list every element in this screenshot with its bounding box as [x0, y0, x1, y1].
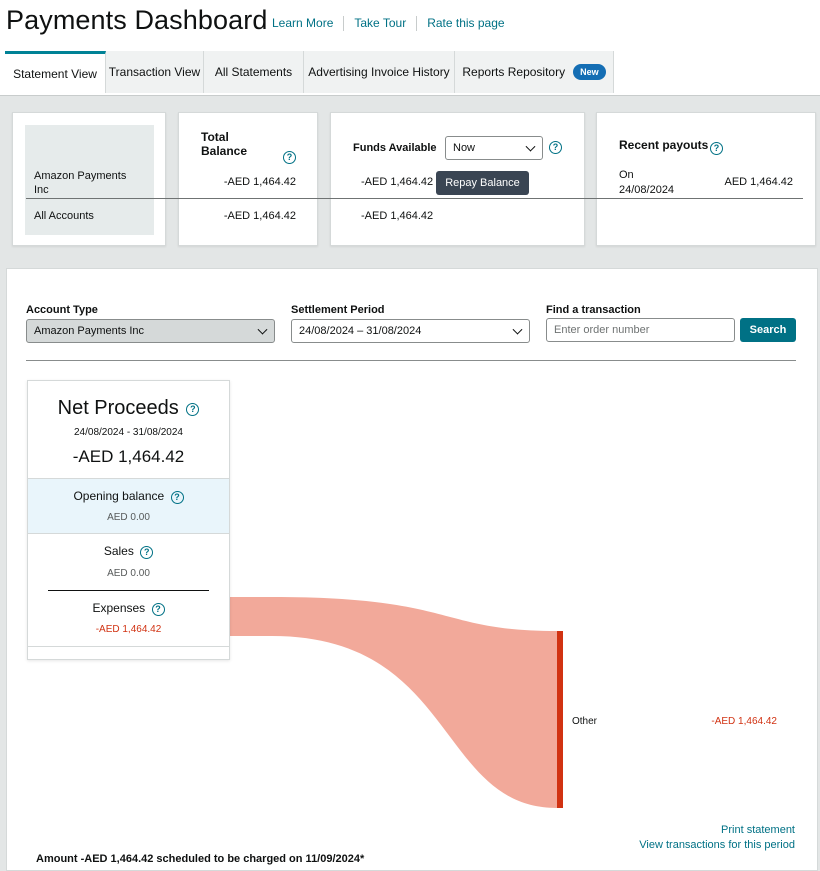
opening-balance-value: AED 0.00: [107, 512, 150, 523]
summary-divider: [26, 198, 803, 199]
chevron-down-icon: [525, 141, 536, 152]
all-accounts-label: All Accounts: [34, 210, 94, 222]
tab-label: Advertising Invoice History: [308, 65, 450, 79]
tab-statement-view[interactable]: Statement View: [5, 51, 106, 93]
tab-label: All Statements: [214, 65, 293, 79]
sales-divider: [48, 590, 209, 591]
net-proceeds-title-row: Net Proceeds ?: [28, 397, 229, 420]
tab-reports-repository[interactable]: Reports Repository New: [455, 51, 614, 93]
opening-balance-label: Opening balance: [73, 489, 165, 503]
expenses-label: Expenses: [92, 601, 146, 615]
accounts-block: Amazon Payments Inc All Accounts: [25, 125, 154, 235]
total-balance-card: Total Balance ? -AED 1,464.42 -AED 1,464…: [178, 112, 318, 246]
tab-label: Statement View: [13, 66, 97, 81]
rate-page-link[interactable]: Rate this page: [416, 16, 514, 31]
take-tour-link[interactable]: Take Tour: [343, 16, 416, 31]
funds-period-select[interactable]: Now: [445, 136, 543, 160]
net-proceeds-amount: -AED 1,464.42: [72, 447, 185, 466]
recent-payouts-card: Recent payouts ? On 24/08/2024 AED 1,464…: [596, 112, 816, 246]
help-icon[interactable]: ?: [283, 151, 296, 164]
help-icon[interactable]: ?: [140, 546, 154, 559]
page-header: Payments Dashboard Learn More Take Tour …: [0, 0, 820, 52]
header-links: Learn More Take Tour Rate this page: [272, 16, 515, 31]
opening-balance-row[interactable]: Opening balance ? AED 0.00: [28, 478, 229, 534]
expenses-value: -AED 1,464.42: [95, 624, 162, 635]
help-icon[interactable]: ?: [170, 491, 184, 504]
payout-on-label: On: [619, 169, 634, 181]
help-icon[interactable]: ?: [710, 142, 723, 155]
charge-note: Amount -AED 1,464.42 scheduled to be cha…: [36, 853, 365, 865]
funds-available-value: -AED 1,464.42: [361, 176, 434, 188]
net-proceeds-card: Net Proceeds ? 24/08/2024 - 31/08/2024 -…: [27, 380, 230, 660]
statement-panel: Account Type Amazon Payments Inc Settlem…: [6, 268, 818, 871]
help-icon[interactable]: ?: [151, 603, 165, 616]
sales-label-row: Sales ?: [28, 544, 229, 559]
other-flow-bar: [557, 631, 563, 808]
funds-available-card: Funds Available Now ? -AED 1,464.42 Repa…: [330, 112, 585, 246]
accounts-card: Amazon Payments Inc All Accounts: [12, 112, 166, 246]
total-balance-all-value: -AED 1,464.42: [223, 210, 296, 222]
help-icon[interactable]: ?: [549, 141, 562, 154]
print-statement-link[interactable]: Print statement: [721, 824, 795, 836]
flow-target-value: -AED 1,464.42: [711, 716, 777, 727]
sales-label: Sales: [103, 544, 134, 558]
tab-bar: Statement View Transaction View All Stat…: [5, 51, 614, 93]
new-badge: New: [573, 64, 606, 80]
tab-advertising-invoice-history[interactable]: Advertising Invoice History: [304, 51, 455, 93]
tab-label: Transaction View: [108, 65, 201, 79]
expenses-divider: [28, 646, 229, 647]
funds-available-label: Funds Available: [353, 142, 437, 154]
learn-more-link[interactable]: Learn More: [272, 16, 343, 31]
flow-target-label: Other: [572, 716, 598, 727]
view-transactions-link[interactable]: View transactions for this period: [639, 839, 795, 851]
help-icon[interactable]: ?: [186, 403, 200, 416]
sales-value: AED 0.00: [107, 568, 150, 579]
expenses-label-row: Expenses ?: [28, 601, 229, 616]
page-title: Payments Dashboard: [6, 5, 268, 35]
funds-period-value: Now: [453, 142, 476, 154]
total-balance-label: Total Balance: [201, 130, 248, 158]
account-name: Amazon Payments Inc: [34, 170, 127, 196]
recent-payouts-label: Recent payouts: [619, 138, 709, 152]
expenses-flow-band: [229, 597, 557, 808]
opening-balance-label-row: Opening balance ?: [28, 489, 229, 504]
repay-balance-button[interactable]: Repay Balance: [436, 171, 529, 195]
total-balance-value: -AED 1,464.42: [223, 176, 296, 188]
tab-all-statements[interactable]: All Statements: [204, 51, 304, 93]
payout-amount: AED 1,464.42: [724, 176, 794, 188]
tab-transaction-view[interactable]: Transaction View: [106, 51, 204, 93]
payout-date: 24/08/2024: [619, 184, 675, 196]
tab-label: Reports Repository: [462, 65, 566, 79]
net-proceeds-period: 24/08/2024 - 31/08/2024: [74, 427, 183, 438]
funds-available-all-value: -AED 1,464.42: [361, 210, 434, 222]
net-proceeds-title: Net Proceeds: [57, 397, 179, 419]
